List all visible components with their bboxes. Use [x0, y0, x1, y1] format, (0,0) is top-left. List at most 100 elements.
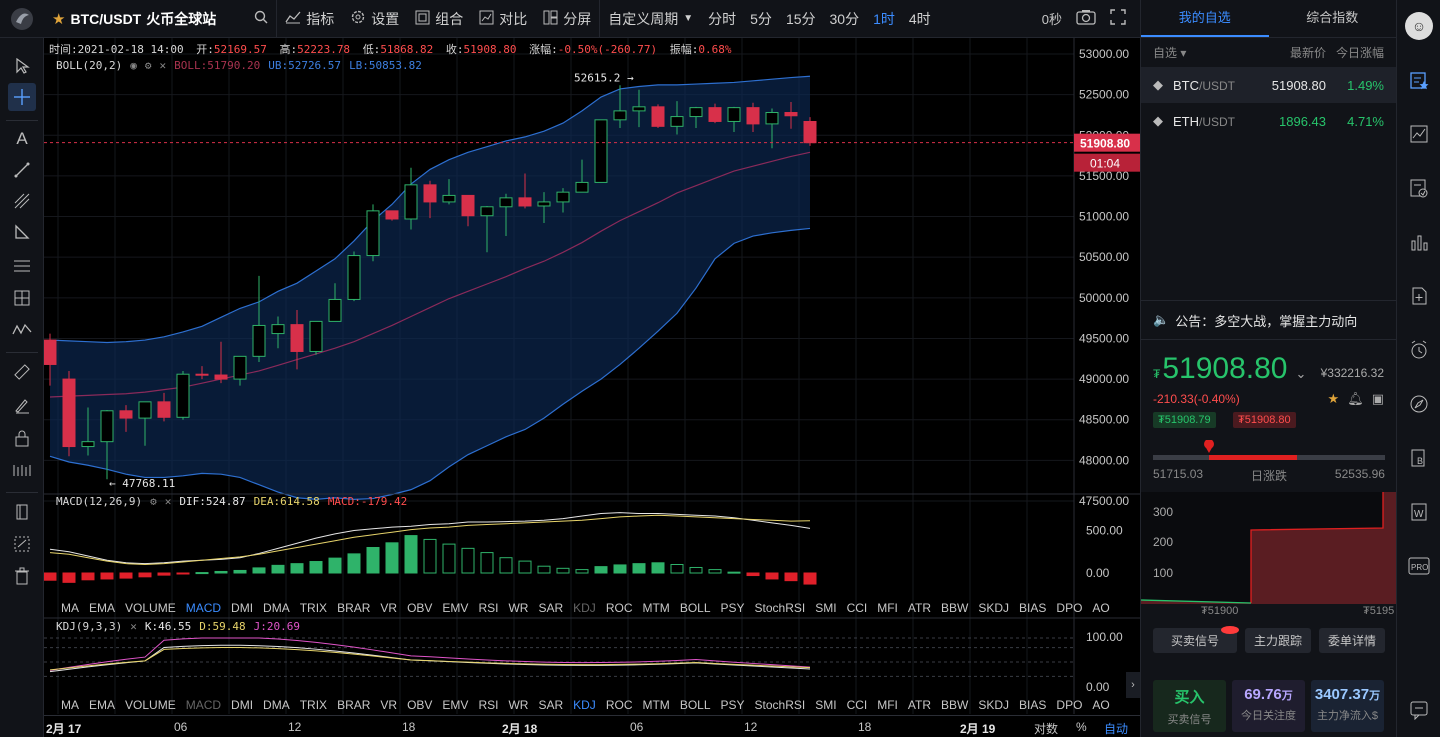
brush-icon[interactable] [8, 391, 36, 419]
signal-card-attention[interactable]: 69.76万 今日关注度 [1232, 680, 1305, 732]
triangle-tool-icon[interactable] [8, 218, 36, 246]
indicator-tab-roc[interactable]: ROC [601, 601, 638, 615]
favorite-star-icon[interactable]: ★ [52, 10, 65, 28]
star-icon[interactable]: ★ [1328, 391, 1340, 407]
alarm-clock-icon[interactable] [1405, 336, 1433, 364]
interval-2[interactable]: 15分 [779, 9, 823, 29]
indicator-tab-bbw[interactable]: BBW [936, 601, 973, 615]
indicator-tab-wr[interactable]: WR [503, 698, 533, 712]
document-w-icon[interactable]: W [1405, 498, 1433, 526]
indicator-tab-kdj[interactable]: KDJ [568, 601, 601, 615]
crosshair-icon[interactable] [8, 83, 36, 111]
indicator-tab-stochrsi[interactable]: StochRSI [750, 698, 811, 712]
text-tool-icon[interactable]: A [8, 125, 36, 153]
interval-0[interactable]: 分时 [701, 9, 743, 29]
indicator-tab-boll[interactable]: BOLL [675, 698, 716, 712]
indicator-tab-brar[interactable]: BRAR [332, 601, 375, 615]
feedback-icon[interactable] [1405, 696, 1433, 724]
indicator-tab-ma[interactable]: MA [56, 601, 84, 615]
indicator-tab-obv[interactable]: OBV [402, 698, 437, 712]
indicator-tab-trix[interactable]: TRIX [295, 698, 332, 712]
indicator-tab-psy[interactable]: PSY [716, 601, 750, 615]
user-avatar[interactable]: ☺ [1405, 12, 1433, 40]
watchlist-row-btc[interactable]: ◆ BTC/USDT 51908.80 1.49% [1141, 67, 1396, 103]
split-screen-button[interactable]: 分屏 [535, 0, 599, 38]
kline-chart[interactable]: 52615.2 →← 47768.1153000.0052500.0052000… [44, 38, 1140, 737]
indicator-tab-ema[interactable]: EMA [84, 601, 120, 615]
bookmark-icon[interactable] [8, 498, 36, 526]
gear-icon[interactable]: ⚙ [145, 59, 152, 72]
indicator-tab-smi[interactable]: SMI [810, 601, 841, 615]
indicator-tab-emv[interactable]: EMV [437, 601, 473, 615]
note-icon[interactable]: ▣ [1372, 391, 1384, 407]
interval-1[interactable]: 5分 [743, 9, 779, 29]
combo-button[interactable]: 组合 [407, 0, 471, 38]
indicator-tab-vr[interactable]: VR [375, 601, 402, 615]
indicator-tab-sar[interactable]: SAR [533, 698, 568, 712]
indicator-tab-bias[interactable]: BIAS [1014, 601, 1051, 615]
indicator-tab-atr[interactable]: ATR [903, 601, 936, 615]
indicator-tab-mfi[interactable]: MFI [872, 601, 903, 615]
watchlist-filter[interactable]: 自选 ▾ [1153, 44, 1186, 61]
indicator-tab-sar[interactable]: SAR [533, 601, 568, 615]
indicator-tab-smi[interactable]: SMI [810, 698, 841, 712]
indicator-tab-bias[interactable]: BIAS [1014, 698, 1051, 712]
axis-auto-button[interactable]: 自动 [1104, 720, 1128, 737]
draw-settings-icon[interactable] [8, 530, 36, 558]
indicator-tab-cci[interactable]: CCI [842, 601, 873, 615]
announcement[interactable]: 🔈 公告：多空大战，掌握主力动向 [1141, 300, 1397, 340]
checklist-icon[interactable] [1405, 174, 1433, 202]
indicator-tab-dmi[interactable]: DMI [226, 601, 258, 615]
app-logo[interactable] [0, 0, 44, 38]
trend-line-icon[interactable] [8, 156, 36, 184]
indicator-tab-mtm[interactable]: MTM [637, 698, 674, 712]
indicator-tab-ema[interactable]: EMA [84, 698, 120, 712]
bell-icon[interactable]: 🔔︎ [1347, 391, 1364, 407]
indicator-tab-mfi[interactable]: MFI [872, 698, 903, 712]
close-icon[interactable]: ✕ [159, 59, 166, 72]
indicator-tab-dmi[interactable]: DMI [226, 698, 258, 712]
grid-pattern-icon[interactable] [8, 284, 36, 312]
indicator-tab-cci[interactable]: CCI [842, 698, 873, 712]
interval-5[interactable]: 4时 [902, 9, 938, 29]
interval-4[interactable]: 1时 [866, 9, 902, 29]
axis-log-button[interactable]: 对数 [1034, 720, 1058, 737]
pitchfork-icon[interactable] [8, 187, 36, 215]
fib-retracement-icon[interactable] [8, 252, 36, 280]
watchlist-icon[interactable] [1405, 66, 1433, 94]
wave-pattern-icon[interactable] [8, 316, 36, 344]
interval-3[interactable]: 30分 [823, 9, 867, 29]
indicator-tab-dpo[interactable]: DPO [1051, 698, 1087, 712]
indicator-tab-kdj[interactable]: KDJ [568, 698, 601, 712]
indicator-tab-atr[interactable]: ATR [903, 698, 936, 712]
indicator-tab-ao[interactable]: AO [1087, 601, 1114, 615]
indicator-tab-wr[interactable]: WR [503, 601, 533, 615]
lock-icon[interactable] [8, 424, 36, 452]
indicator-tab-volume[interactable]: VOLUME [120, 601, 181, 615]
indicator-tab-psy[interactable]: PSY [716, 698, 750, 712]
chevron-down-icon[interactable]: ⌄ [1295, 366, 1306, 381]
camera-icon[interactable] [1076, 9, 1096, 28]
indicator-tab-boll[interactable]: BOLL [675, 601, 716, 615]
indicator-tab-vr[interactable]: VR [375, 698, 402, 712]
pro-icon[interactable]: PRO [1405, 552, 1433, 580]
indicator-tab-macd[interactable]: MACD [181, 601, 226, 615]
compass-icon[interactable] [1405, 390, 1433, 418]
indicator-tab-trix[interactable]: TRIX [295, 601, 332, 615]
indicator-tab-ma[interactable]: MA [56, 698, 84, 712]
fullscreen-icon[interactable] [1110, 9, 1126, 28]
panel-collapse-icon[interactable]: › [1126, 672, 1140, 698]
tab-watchlist[interactable]: 我的自选 [1141, 0, 1269, 37]
indicator-tab-ao[interactable]: AO [1087, 698, 1114, 712]
tab-index[interactable]: 综合指数 [1269, 0, 1397, 37]
symbol-search-button[interactable] [246, 0, 276, 38]
indicator-tab-rsi[interactable]: RSI [473, 601, 503, 615]
indicators-button[interactable]: 指标 [277, 0, 342, 38]
compare-button[interactable]: 对比 [471, 0, 535, 38]
signal-card-inflow[interactable]: 3407.37万 主力净流入$ [1311, 680, 1384, 732]
settings-button[interactable]: 设置 [342, 0, 407, 38]
custom-period-dropdown[interactable]: 自定义周期 ▼ [600, 0, 701, 38]
cursor-arrow-icon[interactable] [8, 52, 36, 80]
order-detail-button[interactable]: 委单详情 [1319, 628, 1386, 653]
indicator-tab-dma[interactable]: DMA [258, 601, 295, 615]
